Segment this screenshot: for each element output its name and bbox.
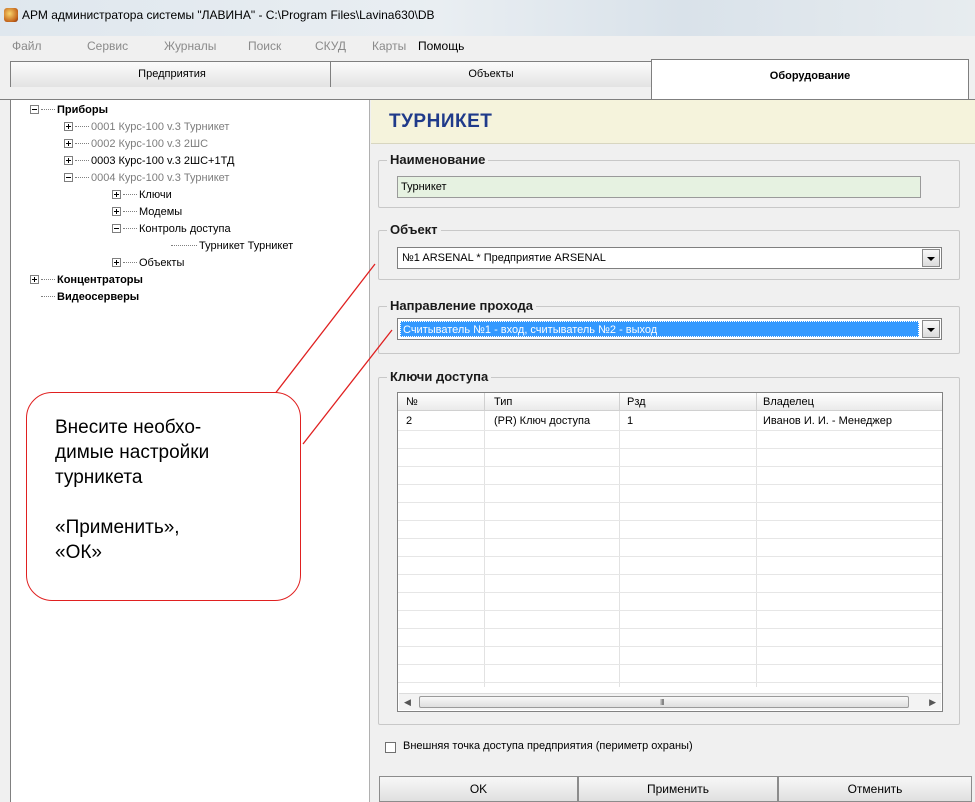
callout-line: Внесите необхо- xyxy=(55,417,202,438)
callout-line: «ОК» xyxy=(55,542,102,563)
callout-line: димые настройки xyxy=(55,442,210,463)
callout-line: «Применить», xyxy=(55,517,180,538)
instruction-callout: Внесите необхо- димые настройки турникет… xyxy=(26,392,301,601)
callout-line: турникета xyxy=(55,467,143,488)
callout-text: Внесите необхо- димые настройки турникет… xyxy=(55,415,285,565)
callout-line xyxy=(55,490,285,515)
